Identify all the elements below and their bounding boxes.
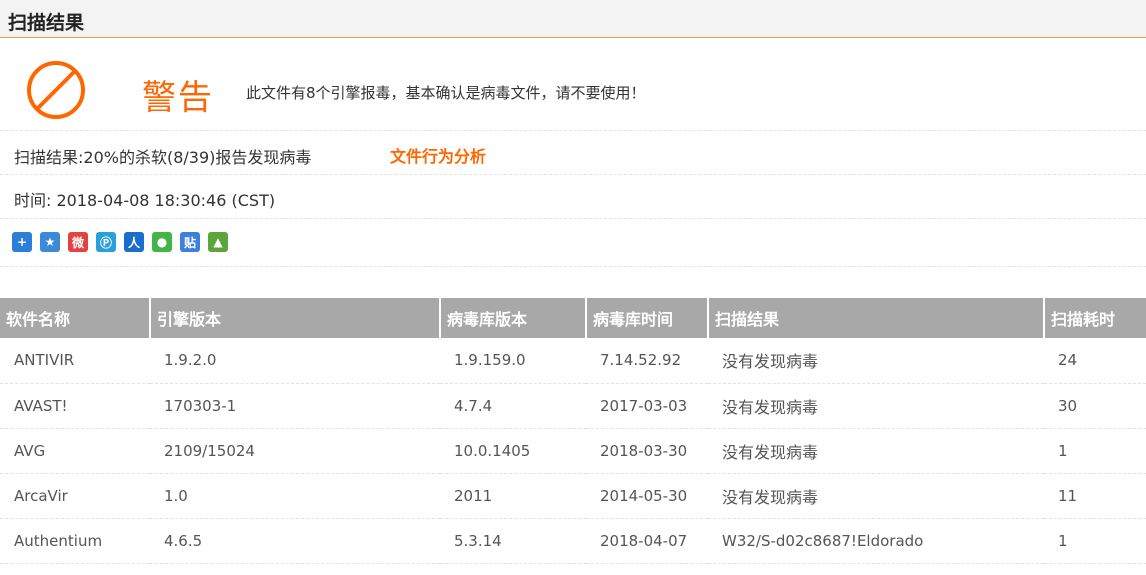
table-row: ANTIVIR 1.9.2.0 1.9.159.0 7.14.52.92 没有发现病毒 2… xyxy=(0,338,1146,384)
share-weibo-icon[interactable]: 微 xyxy=(68,232,88,252)
scan-summary: 扫描结果:20%的杀软(8/39)报告发现病毒 xyxy=(14,148,312,167)
col-scan-result: 扫描结果 xyxy=(707,298,1044,338)
divider xyxy=(0,174,1146,175)
cell-scan-result: 没有发现病毒 xyxy=(708,338,1044,384)
cell-db-version: 2011 xyxy=(440,473,586,519)
share-qzone-icon[interactable]: ★ xyxy=(40,232,60,252)
table-row: Authentium 4.6.5 5.3.14 2018-04-07 W32/S-d02… xyxy=(0,518,1146,564)
cell-scan-duration: 11 xyxy=(1044,473,1146,519)
share-wechat-icon[interactable]: ● xyxy=(152,232,172,252)
results-table: 软件名称 引擎版本 病毒库版本 病毒库时间 扫描结果 扫描耗时 ANTIVIR 1… xyxy=(0,298,1146,564)
warning-banner: 警告 此文件有8个引擎报毒，基本确认是病毒文件，请不要使用！ xyxy=(0,48,1146,132)
cell-db-version: 5.3.14 xyxy=(440,518,586,564)
col-db-version: 病毒库版本 xyxy=(439,298,586,338)
warning-message: 此文件有8个引擎报毒，基本确认是病毒文件，请不要使用！ xyxy=(246,84,646,102)
table-header-row: 软件名称 引擎版本 病毒库版本 病毒库时间 扫描结果 扫描耗时 xyxy=(0,298,1146,338)
table-row: AVAST! 170303-1 4.7.4 2017-03-03 没有发现病毒 30 xyxy=(0,383,1146,429)
table-row: AVG 2109/15024 10.0.1405 2018-03-30 没有发现病毒 1 xyxy=(0,428,1146,474)
cell-engine-version: 1.9.2.0 xyxy=(150,338,440,384)
share-tqq-icon[interactable]: Ⓟ xyxy=(96,232,116,252)
share-more-icon[interactable]: + xyxy=(12,232,32,252)
cell-scan-result: 没有发现病毒 xyxy=(708,428,1044,474)
cell-scan-duration: 24 xyxy=(1044,338,1146,384)
ban-icon xyxy=(27,61,85,119)
cell-software-name: AVAST! xyxy=(0,383,150,429)
section-header: 扫描结果 xyxy=(0,0,1146,38)
cell-scan-duration: 30 xyxy=(1044,383,1146,429)
cell-engine-version: 2109/15024 xyxy=(150,428,440,474)
cell-db-time: 2018-03-30 xyxy=(586,428,708,474)
col-db-time: 病毒库时间 xyxy=(585,298,708,338)
cell-engine-version: 4.6.5 xyxy=(150,518,440,564)
cell-engine-version: 1.0 xyxy=(150,473,440,519)
cell-software-name: ArcaVir xyxy=(0,473,150,519)
divider xyxy=(0,130,1146,131)
cell-scan-result: 没有发现病毒 xyxy=(708,473,1044,519)
cell-scan-result: W32/S-d02c8687!Eldorado xyxy=(708,518,1044,564)
cell-software-name: ANTIVIR xyxy=(0,338,150,384)
col-engine-version: 引擎版本 xyxy=(149,298,440,338)
share-tieba-icon[interactable]: 贴 xyxy=(180,232,200,252)
cell-db-time: 2017-03-03 xyxy=(586,383,708,429)
cell-db-time: 7.14.52.92 xyxy=(586,338,708,384)
col-scan-duration: 扫描耗时 xyxy=(1043,298,1146,338)
cell-engine-version: 170303-1 xyxy=(150,383,440,429)
cell-db-version: 10.0.1405 xyxy=(440,428,586,474)
share-renren-icon[interactable]: 人 xyxy=(124,232,144,252)
share-bar: + ★ 微 Ⓟ 人 ● 贴 ▲ xyxy=(12,232,236,254)
divider xyxy=(0,218,1146,219)
cell-scan-duration: 1 xyxy=(1044,428,1146,474)
cell-software-name: AVG xyxy=(0,428,150,474)
scan-time: 时间: 2018-04-08 18:30:46 (CST) xyxy=(14,191,276,210)
cell-db-time: 2014-05-30 xyxy=(586,473,708,519)
cell-software-name: Authentium xyxy=(0,518,150,564)
section-title: 扫描结果 xyxy=(8,12,85,34)
col-software-name: 软件名称 xyxy=(0,298,150,338)
divider xyxy=(0,266,1146,267)
cell-db-version: 4.7.4 xyxy=(440,383,586,429)
cell-scan-duration: 1 xyxy=(1044,518,1146,564)
cell-scan-result: 没有发现病毒 xyxy=(708,383,1044,429)
cell-db-time: 2018-04-07 xyxy=(586,518,708,564)
table-row: ArcaVir 1.0 2011 2014-05-30 没有发现病毒 11 xyxy=(0,473,1146,519)
share-image-icon[interactable]: ▲ xyxy=(208,232,228,252)
cell-db-version: 1.9.159.0 xyxy=(440,338,586,384)
warning-title: 警告 xyxy=(142,78,214,118)
behavior-analysis-link[interactable]: 文件行为分析 xyxy=(390,143,486,167)
